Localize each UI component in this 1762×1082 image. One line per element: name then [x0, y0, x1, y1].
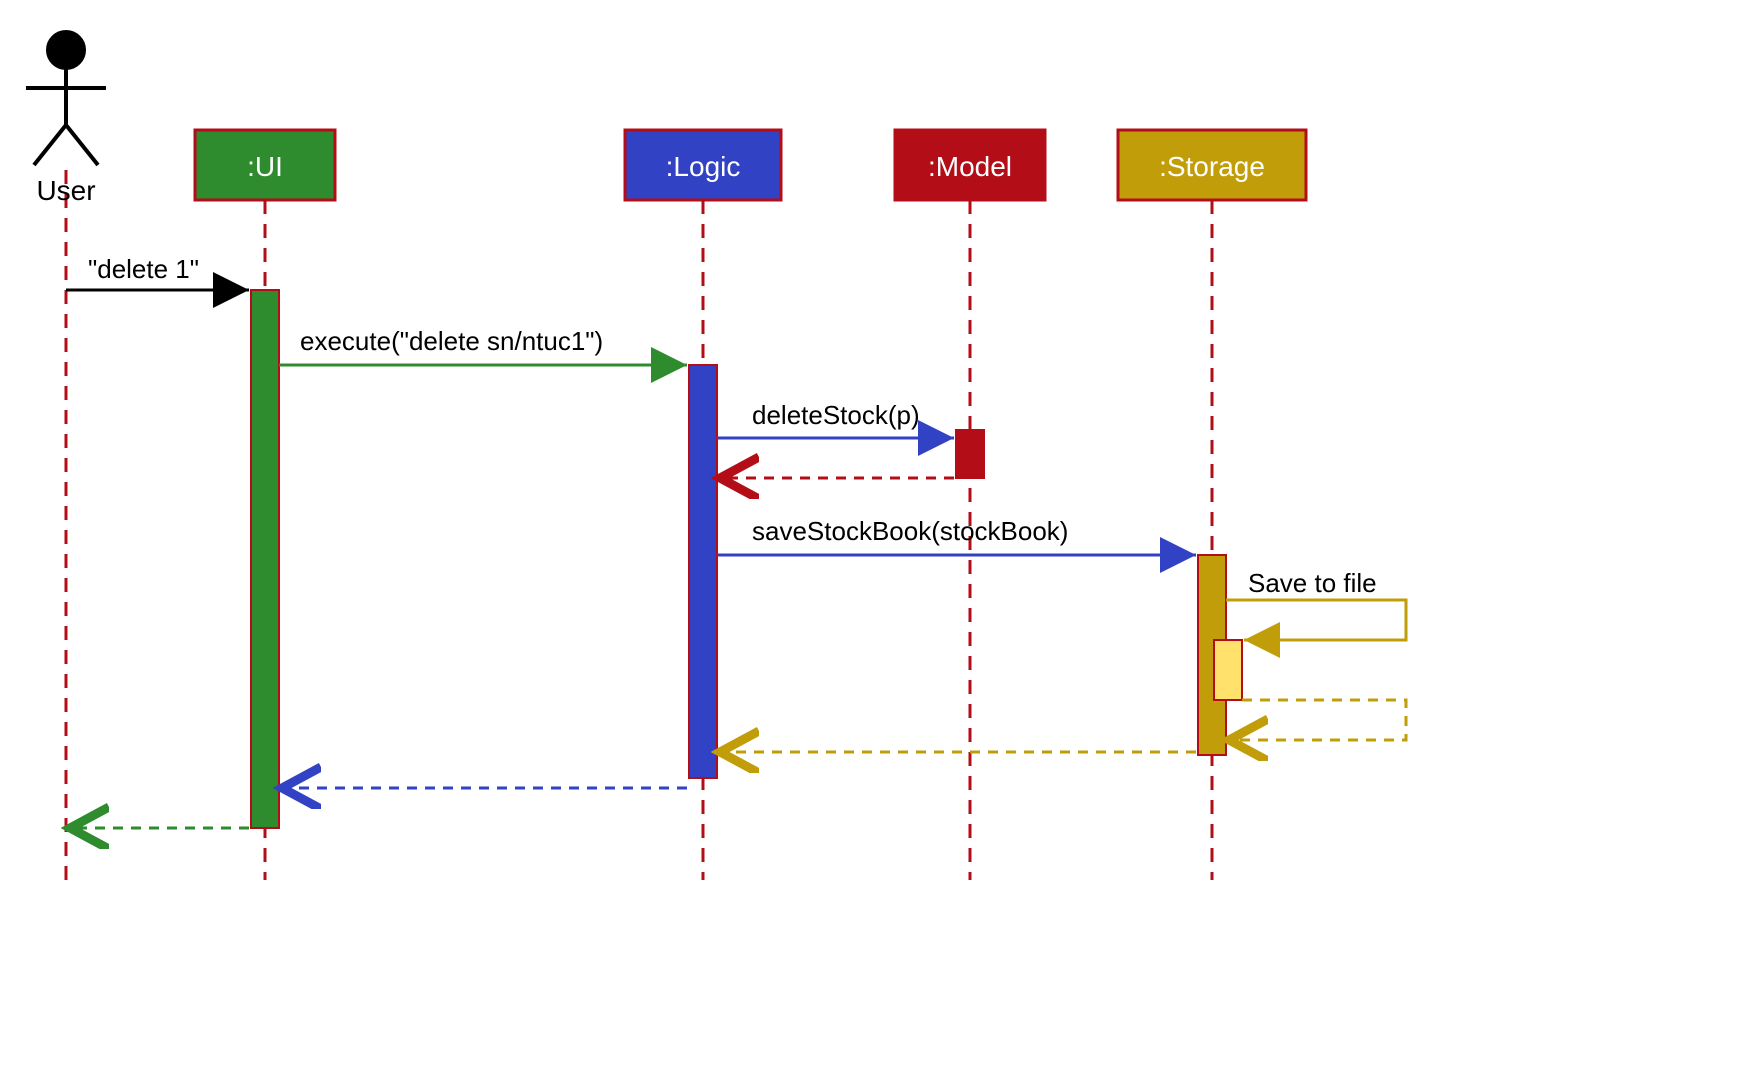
sequence-diagram: User :UI :Logic :Model :Storage "delete …: [0, 0, 1762, 1082]
participant-logic-label: :Logic: [666, 151, 741, 182]
participant-storage: :Storage: [1118, 130, 1306, 200]
msg-logic-to-storage-label: saveStockBook(stockBook): [752, 516, 1068, 546]
activation-ui: [251, 290, 279, 828]
msg-logic-to-model-label: deleteStock(p): [752, 400, 920, 430]
msg-ui-to-logic-label: execute("delete sn/ntuc1"): [300, 326, 603, 356]
activation-storage-self: [1214, 640, 1242, 700]
return-storage-self: [1229, 700, 1406, 740]
actor-label: User: [36, 175, 95, 206]
participant-model-label: :Model: [928, 151, 1012, 182]
activation-model: [956, 430, 984, 478]
actor-user: [26, 32, 106, 165]
msg-user-to-ui-label: "delete 1": [88, 254, 199, 284]
participant-model: :Model: [895, 130, 1045, 200]
participant-storage-label: :Storage: [1159, 151, 1265, 182]
msg-storage-self-label: Save to file: [1248, 568, 1377, 598]
msg-storage-self-call: [1226, 600, 1406, 640]
activation-logic: [689, 365, 717, 778]
participant-ui: :UI: [195, 130, 335, 200]
participant-logic: :Logic: [625, 130, 781, 200]
participant-ui-label: :UI: [247, 151, 283, 182]
